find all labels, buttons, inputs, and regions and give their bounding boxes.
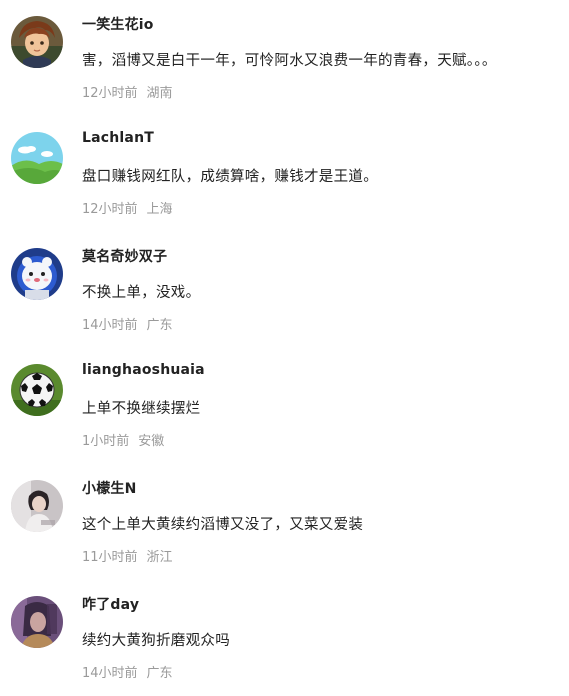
comment-time: 14小时前 — [82, 666, 138, 681]
comment-item: 莫名奇妙双子 不换上单，没戏。 14小时前 广东 — [0, 232, 569, 348]
comment-location: 广东 — [146, 318, 173, 333]
comment-time: 14小时前 — [82, 318, 138, 333]
landscape-sky-hill-avatar-icon[interactable] — [11, 132, 63, 184]
comment-text: 不换上单，没戏。 — [82, 285, 201, 301]
comment-username[interactable]: 咋了day — [82, 594, 139, 614]
comment-text: 上单不换继续摆烂 — [82, 401, 201, 417]
comment-item: LachlanT 盘口赚钱网红队，成绩算啥，赚钱才是王道。 12小时前 上海 — [0, 116, 569, 232]
comment-username[interactable]: 小檬生N — [82, 478, 137, 498]
anime-boy-avatar-icon[interactable] — [11, 16, 63, 68]
comment-meta: 14小时前 广东 — [82, 662, 173, 681]
comment-list: 一笑生花io 害，滔博又是白干一年，可怜阿水又浪费一年的青春，天赋。。。 12小… — [0, 0, 569, 682]
purple-portrait-avatar-icon[interactable] — [11, 596, 63, 648]
white-bear-astronaut-avatar-icon[interactable] — [11, 248, 63, 300]
soccer-ball-avatar-icon[interactable] — [11, 364, 63, 416]
comment-username[interactable]: lianghaoshuaia — [82, 362, 205, 378]
comment-username[interactable]: 一笑生花io — [82, 14, 154, 34]
comment-time: 11小时前 — [82, 550, 138, 565]
comment-location: 湖南 — [146, 86, 173, 101]
comment-item: 咋了day 续约大黄狗折磨观众吗 14小时前 广东 — [0, 580, 569, 696]
comment-time: 1小时前 — [82, 434, 130, 449]
comment-time: 12小时前 — [82, 86, 138, 101]
comment-text: 害，滔博又是白干一年，可怜阿水又浪费一年的青春，天赋。。。 — [82, 53, 497, 69]
comment-meta: 12小时前 湖南 — [82, 82, 173, 101]
comment-meta: 11小时前 浙江 — [82, 546, 173, 565]
comment-text: 这个上单大黄续约滔博又没了，又菜又爱装 — [82, 517, 364, 533]
comment-location: 浙江 — [146, 550, 173, 565]
photo-person-avatar-icon[interactable] — [11, 480, 63, 532]
comment-item: 一笑生花io 害，滔博又是白干一年，可怜阿水又浪费一年的青春，天赋。。。 12小… — [0, 0, 569, 116]
comment-location: 广东 — [146, 666, 173, 681]
comment-item: lianghaoshuaia 上单不换继续摆烂 1小时前 安徽 — [0, 348, 569, 464]
comment-meta: 14小时前 广东 — [82, 314, 173, 333]
comment-item: 小檬生N 这个上单大黄续约滔博又没了，又菜又爱装 11小时前 浙江 — [0, 464, 569, 580]
comment-meta: 12小时前 上海 — [82, 198, 173, 217]
comment-text: 续约大黄狗折磨观众吗 — [82, 633, 230, 649]
comment-time: 12小时前 — [82, 202, 138, 217]
comment-meta: 1小时前 安徽 — [82, 430, 164, 449]
comment-username[interactable]: 莫名奇妙双子 — [82, 246, 167, 266]
comment-location: 安徽 — [138, 434, 165, 449]
comment-username[interactable]: LachlanT — [82, 130, 154, 146]
comment-location: 上海 — [146, 202, 173, 217]
comment-text: 盘口赚钱网红队，成绩算啥，赚钱才是王道。 — [82, 169, 378, 185]
